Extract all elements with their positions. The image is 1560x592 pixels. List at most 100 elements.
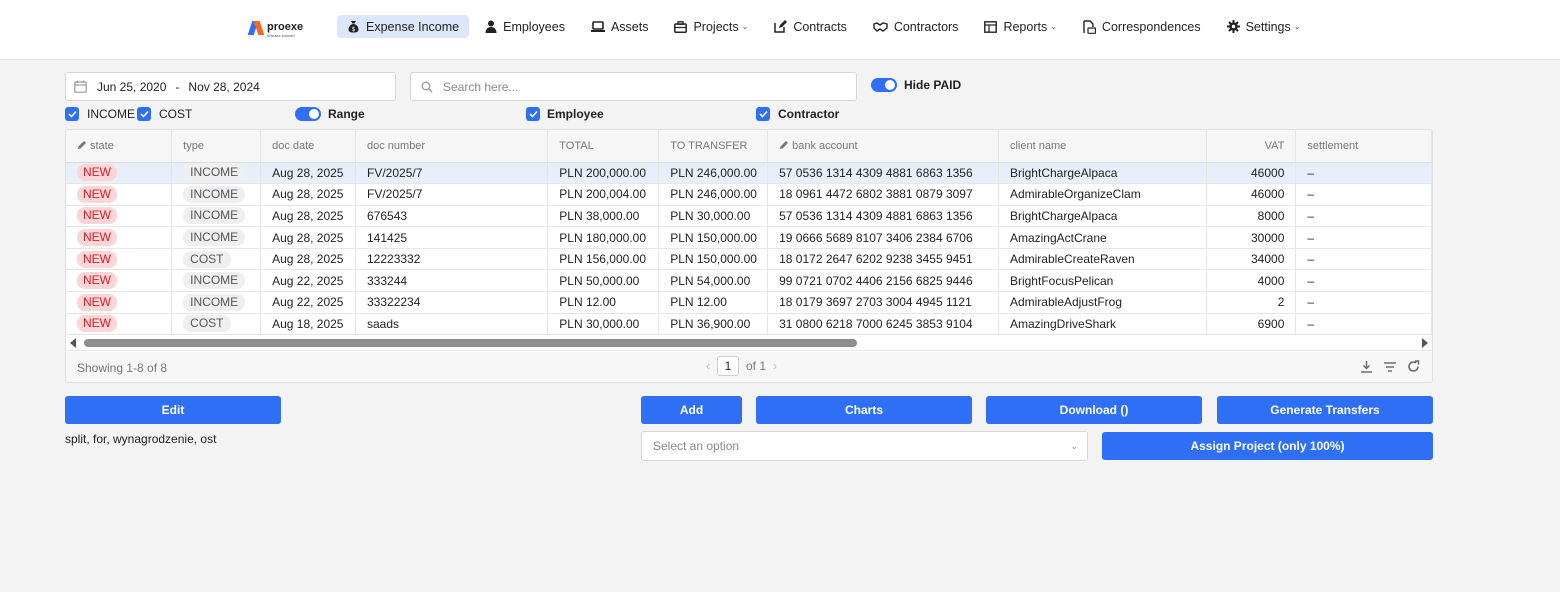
income-checkbox[interactable] xyxy=(65,107,79,121)
column-header-type[interactable]: type xyxy=(171,130,262,163)
nav-item-expense-income[interactable]: $ Expense Income xyxy=(337,15,470,38)
nav-item-projects[interactable]: Projects ⌄ xyxy=(664,15,758,38)
type-badge: INCOME xyxy=(183,185,246,203)
main-nav: $ Expense Income Employees Assets Projec… xyxy=(337,15,1316,38)
income-label: INCOME xyxy=(87,107,135,121)
table-row[interactable]: NEW INCOME Aug 28, 2025 FV/2025/7 PLN 200,00… xyxy=(66,162,1432,185)
column-header-vat[interactable]: VAT xyxy=(1206,130,1297,163)
download-button[interactable]: Download () xyxy=(986,396,1202,424)
nav-label: Reports xyxy=(1003,19,1048,34)
cell-to-transfer: PLN 246,000.00 xyxy=(658,162,769,185)
cell-total: PLN 50,000.00 xyxy=(547,269,660,293)
showing-count: Showing 1-8 of 8 xyxy=(77,361,168,375)
cell-doc-date: Aug 28, 2025 xyxy=(260,226,356,249)
table-row[interactable]: NEW INCOME Aug 28, 2025 676543 PLN 38,000.00… xyxy=(66,205,1432,228)
edit-button[interactable]: Edit xyxy=(65,396,281,424)
scroll-right-arrow-icon[interactable] xyxy=(1422,338,1428,348)
cell-type: INCOME xyxy=(171,205,262,228)
cell-settlement: – xyxy=(1295,291,1432,314)
table-row[interactable]: NEW INCOME Aug 28, 2025 141425 PLN 180,000.0… xyxy=(66,226,1432,249)
scrollbar-thumb[interactable] xyxy=(84,339,857,347)
svg-text:$: $ xyxy=(352,26,356,33)
person-icon xyxy=(485,20,497,33)
cell-state: NEW xyxy=(66,291,173,314)
column-header-state[interactable]: state xyxy=(66,130,173,163)
type-badge: INCOME xyxy=(183,293,246,311)
logo[interactable]: proexe Wreaks smooth xyxy=(250,18,303,38)
cell-doc-number: 12223332 xyxy=(355,248,549,271)
page-total: of 1 xyxy=(746,359,767,373)
contractor-checkbox[interactable] xyxy=(756,107,770,121)
cell-client-name: AdmirableAdjustFrog xyxy=(998,291,1207,314)
cell-doc-number: 141425 xyxy=(355,226,549,249)
cell-doc-date: Aug 22, 2025 xyxy=(260,269,356,293)
project-select[interactable]: Select an option ⌄ xyxy=(641,431,1088,461)
nav-item-reports[interactable]: Reports ⌄ xyxy=(974,15,1066,38)
cell-state: NEW xyxy=(66,226,173,249)
page-number-input[interactable]: 1 xyxy=(717,356,739,376)
cell-doc-number: 333244 xyxy=(355,269,549,293)
contractor-label: Contractor xyxy=(778,107,840,121)
mail-document-icon xyxy=(1083,19,1096,34)
column-header-client-name[interactable]: client name xyxy=(998,130,1207,163)
cost-checkbox[interactable] xyxy=(137,107,151,121)
cell-doc-date: Aug 28, 2025 xyxy=(260,162,356,185)
hide-paid-toggle[interactable] xyxy=(871,78,897,92)
download-icon[interactable] xyxy=(1360,360,1373,373)
cell-bank-account: 18 0179 3697 2703 3004 4945 1121 xyxy=(767,291,999,314)
scroll-left-arrow-icon[interactable] xyxy=(70,338,76,348)
column-header-to-transfer[interactable]: TO TRANSFER xyxy=(658,130,769,163)
column-header-doc-date[interactable]: doc date xyxy=(260,130,356,163)
nav-item-settings[interactable]: Settings ⌄ xyxy=(1217,15,1311,38)
range-toggle[interactable] xyxy=(295,107,321,121)
next-page-button[interactable]: › xyxy=(773,359,777,373)
income-filter: INCOME xyxy=(65,107,135,121)
charts-button[interactable]: Charts xyxy=(756,396,972,424)
check-icon xyxy=(139,110,149,118)
column-header-doc-number[interactable]: doc number xyxy=(355,130,549,163)
cell-vat: 46000 xyxy=(1206,162,1297,185)
cell-state: NEW xyxy=(66,313,173,336)
nav-item-contractors[interactable]: Contractors xyxy=(863,15,969,38)
column-header-bank-account[interactable]: bank account xyxy=(767,130,999,163)
table-row[interactable]: NEW INCOME Aug 28, 2025 FV/2025/7 PLN 200,00… xyxy=(66,183,1432,206)
nav-item-correspondences[interactable]: Correspondences xyxy=(1073,15,1211,38)
employee-checkbox[interactable] xyxy=(526,107,540,121)
prev-page-button[interactable]: ‹ xyxy=(706,359,710,373)
cell-state: NEW xyxy=(66,183,173,206)
cell-type: INCOME xyxy=(171,183,262,206)
nav-label: Expense Income xyxy=(366,19,460,34)
handshake-icon xyxy=(873,21,888,32)
cell-doc-date: Aug 28, 2025 xyxy=(260,183,356,206)
date-from: Jun 25, 2020 xyxy=(97,79,167,94)
nav-item-employees[interactable]: Employees xyxy=(475,15,575,38)
refresh-icon[interactable] xyxy=(1407,360,1420,373)
date-range-picker[interactable]: Jun 25, 2020 - Nov 28, 2024 xyxy=(65,72,396,101)
chevron-down-icon: ⌄ xyxy=(741,22,749,31)
column-header-settlement[interactable]: settlement xyxy=(1295,130,1432,163)
horizontal-scrollbar[interactable] xyxy=(66,335,1432,351)
add-button[interactable]: Add xyxy=(641,396,742,424)
cell-settlement: – xyxy=(1295,205,1432,228)
cell-total: PLN 200,004.00 xyxy=(547,183,660,206)
table-row[interactable]: NEW COST Aug 18, 2025 saads PLN 30,000.00 PLN… xyxy=(66,313,1432,336)
table-row[interactable]: NEW COST Aug 28, 2025 12223332 PLN 156,000.0… xyxy=(66,248,1432,271)
cell-doc-date: Aug 28, 2025 xyxy=(260,205,356,228)
assign-project-button[interactable]: Assign Project (only 100%) xyxy=(1102,432,1433,460)
table-row[interactable]: NEW INCOME Aug 22, 2025 333244 PLN 50,000.00… xyxy=(66,269,1432,293)
cell-vat: 8000 xyxy=(1206,205,1297,228)
column-header-total[interactable]: TOTAL xyxy=(547,130,660,163)
nav-item-contracts[interactable]: Contracts xyxy=(764,15,857,38)
generate-transfers-button[interactable]: Generate Transfers xyxy=(1217,396,1433,424)
search-input[interactable] xyxy=(443,79,843,94)
cell-to-transfer: PLN 150,000.00 xyxy=(658,226,769,249)
table-row[interactable]: NEW INCOME Aug 22, 2025 33322234 PLN 12.00 PL… xyxy=(66,291,1432,314)
table-tools xyxy=(1360,360,1420,373)
cell-client-name: BrightChargeAlpaca xyxy=(998,162,1207,185)
check-icon xyxy=(758,110,768,118)
employee-filter: Employee xyxy=(526,107,604,121)
nav-label: Contractors xyxy=(893,19,959,34)
cell-type: INCOME xyxy=(171,291,262,314)
filter-icon[interactable] xyxy=(1383,360,1397,373)
nav-item-assets[interactable]: Assets xyxy=(581,15,659,38)
